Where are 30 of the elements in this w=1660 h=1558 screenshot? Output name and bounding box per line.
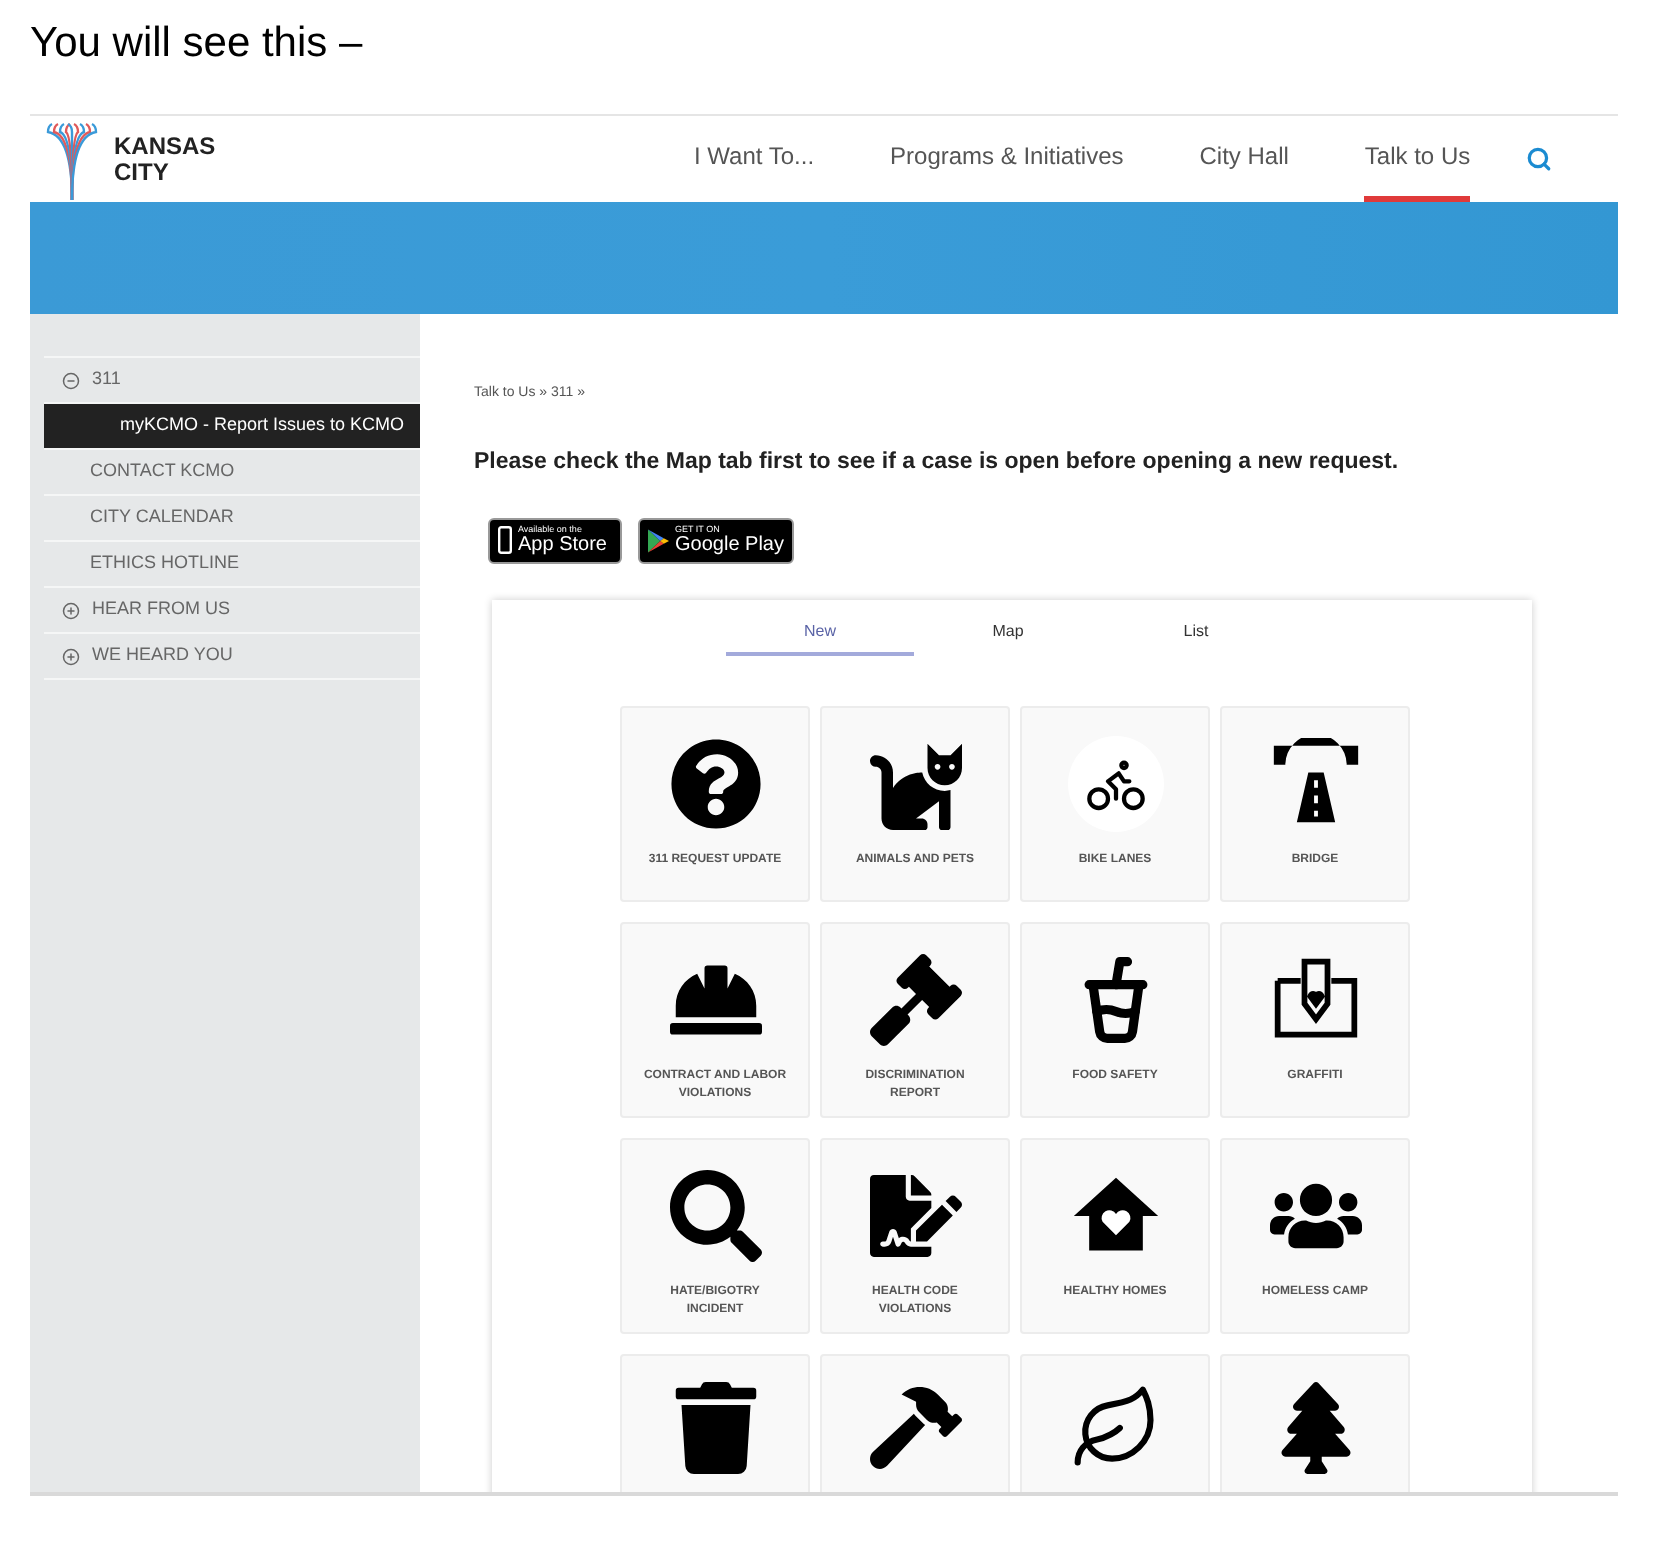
badge-store-name: Google Play [675,535,784,555]
category-tile[interactable] [820,1353,1010,1492]
sidebar-item[interactable]: WE HEARD YOU [44,634,420,680]
category-tile[interactable] [620,1353,810,1492]
fountain-logo-icon [42,119,102,199]
magnifier-icon [669,1169,761,1262]
sidebar-subitem[interactable]: CITY CALENDAR [44,496,420,542]
nav-link[interactable]: City Hall [1199,116,1289,202]
phone-icon [498,526,512,555]
sidebar-item[interactable]: HEAR FROM US [44,588,420,634]
sidebar-subitem[interactable]: myKCMO - Report Issues to KCMO [44,404,420,450]
play-triangle-icon [648,527,670,554]
question-icon [669,737,761,830]
category-tile[interactable] [1020,1353,1210,1492]
hammer-icon [869,1381,961,1474]
tab[interactable]: Map [914,611,1102,656]
category-tile[interactable] [1220,1353,1410,1492]
notice-text: Please check the Map tab first to see if a case is open before opening a new request. [474,447,1401,477]
signed-document-icon [869,1169,961,1262]
gavel-icon [869,953,961,1046]
badge-store-name: App Store [518,535,607,555]
tab[interactable]: List [1102,611,1290,656]
tab[interactable]: New [726,611,914,656]
sidebar-subitem[interactable]: ETHICS HOTLINE [44,542,420,588]
nav-link[interactable]: Programs & Initiatives [890,116,1124,202]
nav-link[interactable]: I Want To... [694,116,815,202]
search-icon[interactable] [1526,146,1553,172]
caption: You will see this – [30,18,365,70]
logo-text: KANSAS CITY [114,133,218,185]
sidebar-subitem[interactable]: CONTACT KCMO [44,450,420,496]
